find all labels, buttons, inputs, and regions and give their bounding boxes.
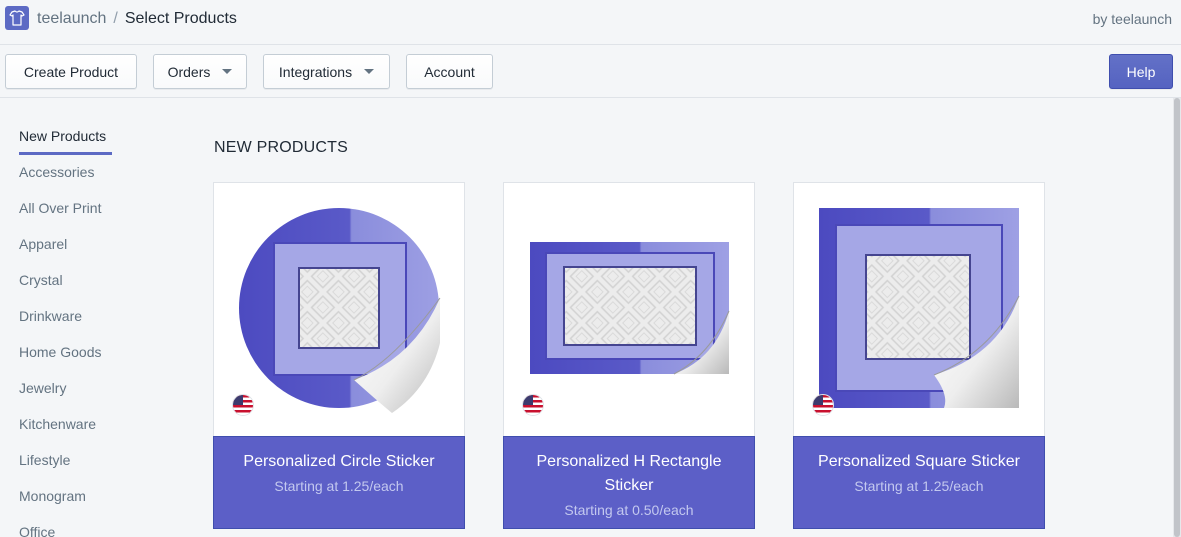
account-label: Account <box>424 63 475 80</box>
create-product-label: Create Product <box>23 63 119 80</box>
sidebar-item-all-over-print[interactable]: All Over Print <box>19 200 101 216</box>
product-name: Personalized Circle Sticker <box>243 453 435 470</box>
caret-down-icon <box>364 69 375 74</box>
page-scrollbar[interactable] <box>1173 98 1181 537</box>
product-price: Starting at 1.25/each <box>274 478 404 494</box>
product-price: Starting at 1.25/each <box>854 478 984 494</box>
orders-dropdown-button[interactable]: Orders <box>153 54 247 89</box>
product-name: Personalized Square Sticker <box>818 453 1020 470</box>
by-teelaunch-label: by teelaunch <box>1092 11 1172 27</box>
sidebar-item-accessories[interactable]: Accessories <box>19 164 94 180</box>
breadcrumb-separator: / <box>113 10 118 27</box>
product-card-circle-sticker[interactable]: Personalized Circle Sticker Starting at … <box>213 182 465 529</box>
top-bar: teelaunch / Select Products by teelaunch <box>0 0 1181 45</box>
sidebar-item-office[interactable]: Office <box>19 524 55 537</box>
product-card-footer[interactable]: Personalized Circle Sticker Starting at … <box>213 436 465 529</box>
active-tab-indicator <box>19 152 112 155</box>
scrollbar-thumb[interactable] <box>1174 98 1180 537</box>
sidebar-item-home-goods[interactable]: Home Goods <box>19 344 101 360</box>
breadcrumb: teelaunch / Select Products <box>37 9 237 29</box>
category-sidebar: New Products Accessories All Over Print … <box>19 98 169 537</box>
product-card-footer[interactable]: Personalized Square Sticker Starting at … <box>793 436 1045 529</box>
breadcrumb-app-link[interactable]: teelaunch <box>37 10 106 28</box>
sidebar-item-kitchenware[interactable]: Kitchenware <box>19 416 96 432</box>
orders-label: Orders <box>167 63 211 80</box>
sidebar-item-new-products[interactable]: New Products <box>19 128 106 144</box>
sidebar-item-crystal[interactable]: Crystal <box>19 272 63 288</box>
us-flag-icon <box>522 394 544 416</box>
us-flag-icon <box>812 394 834 416</box>
product-card-square-sticker[interactable]: Personalized Square Sticker Starting at … <box>793 182 1045 529</box>
product-price: Starting at 0.50/each <box>564 502 694 518</box>
product-card-footer[interactable]: Personalized H Rectangle Sticker Startin… <box>503 436 755 529</box>
sidebar-item-drinkware[interactable]: Drinkware <box>19 308 82 324</box>
us-flag-icon <box>232 394 254 416</box>
help-button[interactable]: Help <box>1109 54 1173 89</box>
sidebar-item-monogram[interactable]: Monogram <box>19 488 86 504</box>
teelaunch-logo-icon[interactable] <box>5 6 29 30</box>
sidebar-item-apparel[interactable]: Apparel <box>19 236 67 252</box>
product-name: Personalized H Rectangle Sticker <box>536 453 722 494</box>
product-card-h-rectangle-sticker[interactable]: Personalized H Rectangle Sticker Startin… <box>503 182 755 529</box>
sidebar-item-jewelry[interactable]: Jewelry <box>19 380 66 396</box>
toolbar: Create Product Orders Integrations Accou… <box>0 45 1181 98</box>
section-title: NEW PRODUCTS <box>214 139 348 156</box>
integrations-dropdown-button[interactable]: Integrations <box>263 54 390 89</box>
help-label: Help <box>1126 63 1156 80</box>
sidebar-item-lifestyle[interactable]: Lifestyle <box>19 452 70 468</box>
page-title: Select Products <box>124 10 237 27</box>
integrations-label: Integrations <box>278 63 353 80</box>
account-button[interactable]: Account <box>406 54 493 89</box>
create-product-button[interactable]: Create Product <box>5 54 137 89</box>
caret-down-icon <box>222 69 233 74</box>
